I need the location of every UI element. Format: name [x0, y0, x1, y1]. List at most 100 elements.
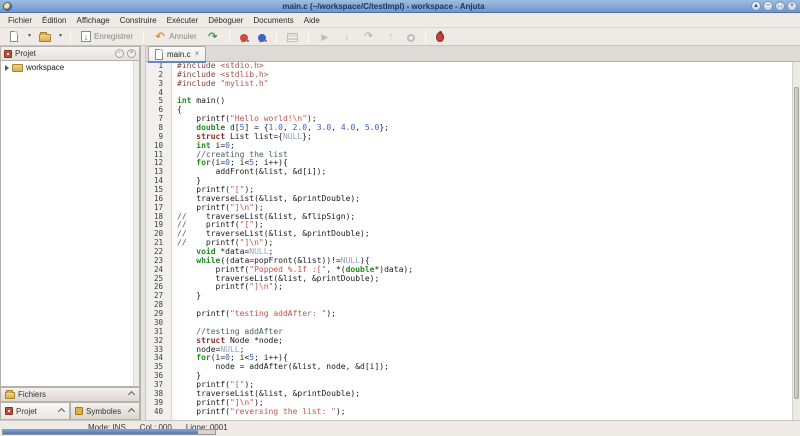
dropdown-arrow-icon: ▾ — [59, 30, 62, 43]
minimize-window-icon[interactable]: − — [763, 1, 773, 11]
progress-bar — [2, 429, 216, 435]
line-number[interactable]: 5 — [146, 97, 167, 106]
project-icon — [5, 407, 13, 415]
panel-tab-label: Symboles — [86, 407, 126, 416]
starburst-red-button[interactable] — [236, 29, 252, 44]
code-text: printf("testing addAfter: "); — [167, 310, 336, 319]
debugger-bug-button[interactable] — [432, 29, 448, 44]
scrollbar-thumb[interactable] — [794, 87, 799, 398]
code-line[interactable]: 29 printf("testing addAfter: "); — [146, 310, 792, 319]
save-button[interactable]: Enregistrer — [77, 29, 137, 44]
open-file-dropdown[interactable]: ▾ — [57, 29, 64, 44]
menu-item-executer[interactable]: Exécuter — [162, 14, 204, 27]
chevron-up-icon — [58, 407, 65, 414]
project-icon — [4, 50, 12, 58]
toolbar-separator — [70, 30, 71, 43]
toolbar-button-label: Enregistrer — [94, 32, 133, 41]
build-icon — [287, 33, 298, 42]
toolbar-separator — [276, 30, 277, 43]
project-panel-title: Projet — [15, 49, 112, 58]
open-file-button[interactable] — [35, 29, 55, 44]
menu-item-aide[interactable]: Aide — [299, 14, 325, 27]
menu-item-construire[interactable]: Construire — [115, 14, 162, 27]
new-document-button[interactable] — [4, 29, 24, 44]
panel-bar-fichiers[interactable]: Fichiers — [0, 387, 140, 402]
menu-item-fichier[interactable]: Fichier — [3, 14, 37, 27]
code-text: printf("reversing the list: "); — [167, 408, 346, 417]
code-text — [167, 301, 177, 310]
sidebar: Projet ▫ × workspace Fichiers — [0, 46, 141, 420]
tab-main-c[interactable]: main.c × — [148, 46, 206, 61]
progress-fill — [3, 430, 198, 434]
undo-icon — [154, 31, 166, 43]
menu-item-documents[interactable]: Documents — [248, 14, 298, 27]
line-number[interactable]: 2 — [146, 71, 167, 80]
toolbar-separator — [143, 30, 144, 43]
code-line[interactable]: 5int main() — [146, 97, 792, 106]
maximize-window-icon[interactable]: □ — [775, 1, 785, 11]
code-line[interactable]: 3#include "mylist.h" — [146, 80, 792, 89]
panel-tab-projet[interactable]: Projet — [0, 402, 70, 420]
line-number[interactable]: 6 — [146, 106, 167, 115]
redo-button[interactable] — [203, 29, 223, 44]
line-number[interactable]: 40 — [146, 408, 167, 417]
code-editor[interactable]: 1#include <stdio.h>2#include <stdlib.h>3… — [146, 62, 800, 420]
panel-tab-label: Projet — [16, 407, 56, 416]
files-folder-icon — [5, 392, 15, 399]
tree-item-workspace[interactable]: workspace — [1, 61, 139, 74]
star-red-icon — [240, 34, 248, 42]
expander-icon[interactable] — [5, 65, 9, 71]
anjuta-window: main.c (~/workspace/C/testImpl) - worksp… — [0, 0, 800, 436]
code-text — [167, 319, 177, 328]
step-over-button[interactable] — [359, 29, 379, 44]
toolbar-button-label: Annuler — [169, 32, 197, 41]
step-into-button[interactable] — [337, 29, 357, 44]
chevron-up-icon — [128, 407, 135, 414]
code-line[interactable]: 27 } — [146, 292, 792, 301]
new-document-dropdown[interactable]: ▾ — [26, 29, 33, 44]
step-over-icon — [363, 31, 375, 43]
close-window-icon[interactable]: × — [787, 1, 797, 11]
step-out-icon — [385, 31, 397, 43]
menu-item-affichage[interactable]: Affichage — [71, 14, 114, 27]
status-bar: Mode: INS Col.: 000 Ligne: 0001 — [0, 420, 800, 436]
shade-window-icon[interactable]: ▴ — [751, 1, 761, 11]
line-number[interactable]: 1 — [146, 62, 167, 71]
dock-detach-icon[interactable]: ▫ — [115, 49, 124, 58]
run-to-cursor-icon — [407, 34, 415, 42]
code-line[interactable]: 26 printf("]\n"); — [146, 283, 792, 292]
doc-icon — [10, 31, 18, 42]
save-icon — [81, 31, 91, 42]
build-button[interactable] — [283, 29, 302, 44]
project-panel-header[interactable]: Projet ▫ × — [0, 46, 140, 61]
step-out-button[interactable] — [381, 29, 401, 44]
code-line[interactable]: 35 node = addAfter(&list, node, &d[i]); — [146, 363, 792, 372]
dock-close-icon[interactable]: × — [127, 49, 136, 58]
code-line[interactable]: 40 printf("reversing the list: "); — [146, 408, 792, 417]
toolbar-separator — [229, 30, 230, 43]
starburst-blue-button[interactable] — [254, 29, 270, 44]
editor-vertical-scrollbar[interactable] — [792, 62, 800, 420]
chevron-up-icon — [128, 391, 135, 398]
run-to-cursor-button[interactable] — [403, 29, 419, 44]
title-bar[interactable]: main.c (~/workspace/C/testImpl) - worksp… — [0, 0, 800, 13]
menu-bar: FichierÉditionAffichageConstruireExécute… — [0, 13, 800, 28]
document-icon — [155, 49, 163, 60]
line-number[interactable]: 8 — [146, 124, 167, 133]
code-line[interactable]: 9 struct List list={NULL}; — [146, 133, 792, 142]
tree-scrollbar[interactable] — [133, 61, 139, 386]
tab-close-icon[interactable]: × — [195, 50, 200, 58]
debug-run-button[interactable] — [315, 29, 335, 44]
panel-tab-symboles[interactable]: Symboles — [70, 402, 140, 420]
line-number[interactable]: 7 — [146, 115, 167, 124]
line-number[interactable]: 4 — [146, 89, 167, 98]
step-into-icon — [341, 31, 353, 43]
main-area: Projet ▫ × workspace Fichiers — [0, 46, 800, 420]
menu-item-deboguer[interactable]: Déboguer — [203, 14, 248, 27]
code-line[interactable]: 13 addFront(&list, &d[i]); — [146, 168, 792, 177]
line-number[interactable]: 3 — [146, 80, 167, 89]
menu-item-edition[interactable]: Édition — [37, 14, 71, 27]
undo-button[interactable]: Annuler — [150, 29, 201, 44]
project-tree[interactable]: workspace — [0, 61, 140, 387]
code-line[interactable]: 4 — [146, 89, 792, 98]
